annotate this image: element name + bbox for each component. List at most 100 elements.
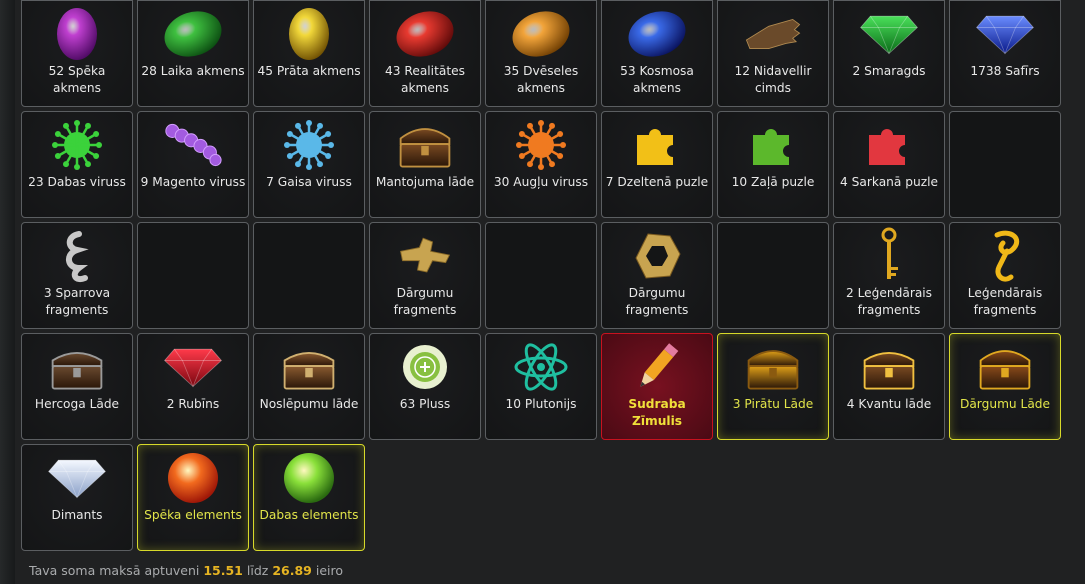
inventory-item[interactable]: Mantojuma lāde [369,111,481,218]
empty-slot [253,222,365,329]
item-label: 1738 Safīrs [970,64,1040,78]
inventory-item[interactable]: 9 Magento viruss [137,111,249,218]
inventory-grid: 52 Spēka akmens 28 Laika akmens 45 Prāta a… [21,0,1061,551]
inventory-item[interactable]: 12 Nidavellir cimds [717,0,829,107]
item-label: 35 Dvēseles akmens [503,64,579,95]
item-label: Dārgumu fragments [625,286,689,317]
inventory-item[interactable]: Hercoga Lāde [21,333,133,440]
emerald-icon [859,5,919,63]
item-label: Spēka elements [144,508,242,522]
inventory-item[interactable]: Spēka elements [137,444,249,551]
legendary-fragment-icon [975,227,1035,285]
heritage-chest-icon [395,116,455,174]
item-label: 63 Pluss [399,397,451,411]
inventory-item[interactable]: 10 Zaļā puzle [717,111,829,218]
item-label: 3 Sparrova fragments [43,286,111,317]
atom-icon [511,338,571,396]
treasure-key-fragment-icon [395,227,455,285]
inventory-item[interactable]: 53 Kosmosa akmens [601,0,713,107]
inventory-item[interactable]: 3 Pirātu Lāde [717,333,829,440]
inventory-item[interactable]: 2 Rubīns [137,333,249,440]
item-label: 4 Sarkanā puzle [840,175,938,189]
yellow-stone-icon [279,5,339,63]
inventory-item[interactable]: Dimants [21,444,133,551]
item-label: 43 Realitātes akmens [385,64,465,95]
blue-stone-icon [627,5,687,63]
item-label: 28 Laika akmens [141,64,245,78]
sparrow-fragment-icon [47,227,107,285]
inventory-item[interactable]: 2 Leģendārais fragments [833,222,945,329]
nature-element-icon [279,449,339,507]
plus-coin-icon [395,338,455,396]
red-stone-icon [395,5,455,63]
item-label: 7 Gaisa viruss [266,175,352,189]
orange-virus-icon [511,116,571,174]
inventory-item[interactable]: 7 Gaisa viruss [253,111,365,218]
green-virus-icon [47,116,107,174]
item-label: 4 Kvantu lāde [846,397,932,411]
inventory-item[interactable]: 35 Dvēseles akmens [485,0,597,107]
purple-stone-icon [47,5,107,63]
item-label: 23 Dabas viruss [28,175,126,189]
item-label: Sudraba Zīmulis [628,397,686,428]
pirate-chest-icon [743,338,803,396]
red-puzzle-icon [859,116,919,174]
inventory-item[interactable]: Sudraba Zīmulis [601,333,713,440]
item-label: 12 Nidavellir cimds [734,64,812,95]
footer-suffix: ieiro [315,563,343,578]
item-label: Dimants [51,508,103,522]
inventory-item[interactable]: Dārgumu Lāde [949,333,1061,440]
item-label: 52 Spēka akmens [48,64,106,95]
green-stone-icon [163,5,223,63]
item-label: 10 Zaļā puzle [731,175,815,189]
item-label: 30 Augļu viruss [493,175,589,189]
item-label: Noslēpumu lāde [259,397,359,411]
empty-slot [485,222,597,329]
inventory-item[interactable]: 23 Dabas viruss [21,111,133,218]
inventory-item[interactable]: 4 Kvantu lāde [833,333,945,440]
orange-stone-icon [511,5,571,63]
inventory-item[interactable]: 45 Prāta akmens [253,0,365,107]
inventory-item[interactable]: Leģendārais fragments [949,222,1061,329]
footer-mid: līdz [246,563,269,578]
duke-chest-icon [47,338,107,396]
item-label: 7 Dzeltenā puzle [605,175,709,189]
quantum-chest-icon [859,338,919,396]
pencil-icon [627,338,687,396]
item-label: 45 Prāta akmens [257,64,361,78]
inventory-item[interactable]: Dabas elements [253,444,365,551]
item-label: Mantojuma lāde [375,175,475,189]
item-label: 9 Magento viruss [140,175,246,189]
inventory-item[interactable]: 1738 Safīrs [949,0,1061,107]
footer-prefix: Tava soma maksā aptuveni [29,563,200,578]
inventory-item[interactable]: 63 Pluss [369,333,481,440]
inventory-item[interactable]: 2 Smaragds [833,0,945,107]
diamond-icon [47,449,107,507]
item-label: 10 Plutonijs [505,397,577,411]
mystery-chest-icon [279,338,339,396]
inventory-item[interactable]: 10 Plutonijs [485,333,597,440]
gauntlet-icon [743,5,803,63]
inventory-item[interactable]: 43 Realitātes akmens [369,0,481,107]
item-label: Leģendārais fragments [967,286,1043,317]
inventory-item[interactable]: 7 Dzeltenā puzle [601,111,713,218]
inventory-item[interactable]: 52 Spēka akmens [21,0,133,107]
item-label: 3 Pirātu Lāde [732,397,814,411]
item-label: Dabas elements [259,508,359,522]
empty-slot [137,222,249,329]
sapphire-icon [975,5,1035,63]
inventory-item[interactable]: 4 Sarkanā puzle [833,111,945,218]
treasure-chest-icon [975,338,1035,396]
max-value: 26.89 [272,563,312,578]
item-label: Dārgumu fragments [393,286,457,317]
inventory-item[interactable]: Noslēpumu lāde [253,333,365,440]
item-label: 2 Rubīns [166,397,220,411]
inventory-item[interactable]: Dārgumu fragments [369,222,481,329]
inventory-item[interactable]: 3 Sparrova fragments [21,222,133,329]
inventory-item[interactable]: 30 Augļu viruss [485,111,597,218]
inventory-item[interactable]: 28 Laika akmens [137,0,249,107]
blue-virus-icon [279,116,339,174]
ruby-icon [163,338,223,396]
inventory-item[interactable]: Dārgumu fragments [601,222,713,329]
green-puzzle-icon [743,116,803,174]
